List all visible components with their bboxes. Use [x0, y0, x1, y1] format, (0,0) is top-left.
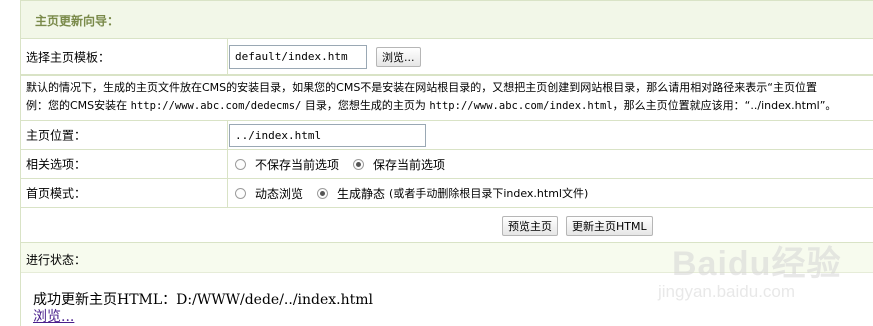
- template-row: 选择主页模板： default/index.htm 浏览...: [21, 39, 873, 75]
- update-home-html-button[interactable]: 更新主页HTML: [566, 216, 653, 236]
- preview-home-button[interactable]: 预览主页: [502, 216, 558, 236]
- note-mid: 目录，您想生成的主页为: [301, 99, 430, 112]
- option-save-label: 保存当前选项: [373, 157, 446, 172]
- radio-dot-selected[interactable]: [353, 158, 365, 170]
- watermark-logo: Baidu经验: [672, 245, 842, 283]
- options-label: 相关选项：: [26, 157, 87, 172]
- mode-static-radio[interactable]: 生成静态: [317, 185, 385, 202]
- radio-dot[interactable]: [235, 187, 246, 199]
- note-suffix: ，那么主页位置就应该用：“../index.html”。: [612, 99, 837, 112]
- mode-row: 首页模式： 动态浏览 生成静态 (或者手动删除根目录下index.html文件): [21, 179, 873, 208]
- status-browse-link[interactable]: 浏览...: [33, 306, 74, 326]
- note-prefix: 例：您的CMS安装在: [26, 99, 131, 112]
- help-note: 默认的情况下，生成的主页文件放在CMS的安装目录，如果您的CMS不是安装在网站根…: [26, 79, 873, 121]
- help-note-line-1: 默认的情况下，生成的主页文件放在CMS的安装目录，如果您的CMS不是安装在网站根…: [26, 81, 818, 94]
- option-save-radio[interactable]: 保存当前选项: [353, 156, 445, 173]
- status-result-text: 成功更新主页HTML：D:/WWW/dede/../index.html: [33, 292, 374, 308]
- panel-header: 主页更新向导：: [21, 1, 873, 39]
- mode-dynamic-label: 动态浏览: [255, 186, 304, 201]
- row-divider: [227, 150, 228, 178]
- options-row: 相关选项： 不保存当前选项 保存当前选项: [21, 150, 873, 179]
- row-divider: [227, 39, 228, 74]
- baidu-watermark: Baidu经验 jingyan.baidu.com: [650, 228, 870, 324]
- radio-dot-selected[interactable]: [317, 187, 329, 199]
- watermark-url: jingyan.baidu.com: [658, 282, 796, 301]
- option-not-save-radio[interactable]: 不保存当前选项: [235, 156, 339, 173]
- location-label: 主页位置：: [26, 128, 87, 143]
- template-input[interactable]: default/index.htm: [229, 44, 367, 69]
- radio-dot[interactable]: [235, 158, 246, 170]
- mode-static-label: 生成静态: [337, 186, 386, 201]
- mode-dynamic-radio[interactable]: 动态浏览: [235, 185, 303, 202]
- panel-title: 主页更新向导：: [35, 14, 120, 28]
- template-label: 选择主页模板：: [26, 50, 111, 64]
- mode-label: 首页模式：: [26, 186, 87, 201]
- note-url-2: http://www.abc.com/index.html: [429, 100, 613, 112]
- row-divider: [227, 121, 228, 149]
- row-divider: [227, 179, 228, 207]
- template-browse-button[interactable]: 浏览...: [376, 46, 421, 67]
- mode-static-hint: (或者手动删除根目录下index.html文件): [389, 187, 589, 200]
- note-url-1: http://www.abc.com/dedecms/: [130, 100, 302, 112]
- location-row: 主页位置： ../index.html: [21, 121, 873, 150]
- status-title: 进行状态：: [26, 253, 87, 267]
- help-note-line-2: 例：您的CMS安装在 http://www.abc.com/dedecms/ 目…: [26, 97, 873, 115]
- option-not-save-label: 不保存当前选项: [255, 157, 340, 172]
- location-input[interactable]: ../index.html: [229, 123, 426, 147]
